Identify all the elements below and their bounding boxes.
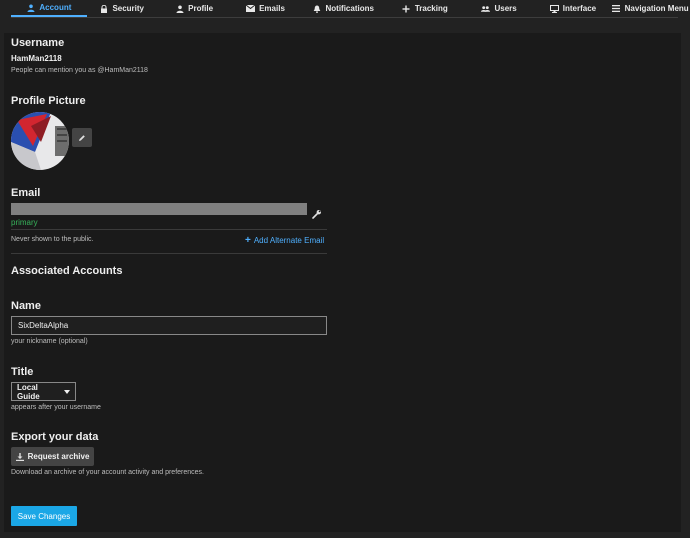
- avatar: [11, 112, 69, 170]
- save-changes-label: Save Changes: [17, 511, 71, 521]
- add-email-label: Add Alternate Email: [253, 236, 325, 245]
- email-divider-top: [11, 229, 327, 230]
- profile-picture-heading: Profile Picture: [11, 95, 86, 107]
- email-divider-bottom: [11, 253, 327, 254]
- wrench-icon: [312, 206, 322, 224]
- users-icon: [481, 4, 491, 13]
- title-heading: Title: [11, 366, 34, 378]
- user-icon: [175, 4, 184, 13]
- username-heading: Username: [11, 37, 65, 49]
- title-select[interactable]: Local Guide: [11, 382, 76, 401]
- tab-tracking[interactable]: Tracking: [387, 0, 463, 17]
- lock-icon: [99, 4, 108, 13]
- tab-label: Notifications: [325, 4, 374, 13]
- export-heading: Export your data: [11, 431, 99, 443]
- associated-accounts-heading: Associated Accounts: [11, 265, 123, 277]
- tab-label: Security: [112, 4, 145, 13]
- tab-notifications[interactable]: Notifications: [300, 0, 387, 17]
- add-alternate-email-link[interactable]: + Add Alternate Email: [245, 235, 324, 246]
- name-hint: your nickname (optional): [11, 338, 88, 345]
- nav-divider: [11, 17, 678, 18]
- tab-label: Navigation Menu: [624, 4, 689, 13]
- plus-icon: +: [245, 235, 251, 246]
- tab-label: Account: [39, 3, 72, 12]
- tab-label: Users: [494, 4, 517, 13]
- username-hint: People can mention you as @HamMan2118: [11, 67, 148, 74]
- edit-avatar-button[interactable]: [72, 128, 92, 147]
- tab-interface[interactable]: Interface: [536, 0, 611, 17]
- desktop-icon: [549, 4, 559, 13]
- save-changes-button[interactable]: Save Changes: [11, 506, 77, 526]
- tab-account[interactable]: Account: [11, 0, 87, 17]
- tab-profile[interactable]: Profile: [157, 0, 232, 17]
- bell-icon: [312, 4, 321, 13]
- export-hint: Download an archive of your account acti…: [11, 469, 204, 476]
- pencil-icon: [78, 129, 86, 147]
- request-archive-label: Request archive: [27, 452, 90, 461]
- tab-label: Tracking: [414, 4, 448, 13]
- bars-icon: [612, 4, 621, 13]
- account-panel: [4, 33, 681, 532]
- tab-navigation-menu[interactable]: Navigation Menu: [610, 0, 690, 17]
- plus-icon: [402, 4, 411, 13]
- email-hint: Never shown to the public.: [11, 236, 94, 243]
- edit-email-button[interactable]: [311, 209, 323, 221]
- title-hint: appears after your username: [11, 404, 101, 411]
- request-archive-button[interactable]: Request archive: [11, 447, 94, 466]
- tab-emails[interactable]: Emails: [232, 0, 300, 17]
- tab-security[interactable]: Security: [87, 0, 157, 17]
- name-input[interactable]: [11, 316, 327, 335]
- preferences-nav: Account Security Profile Emails Notifica…: [0, 0, 690, 18]
- tab-users[interactable]: Users: [463, 0, 536, 17]
- download-icon: [15, 452, 24, 461]
- primary-email-label: primary: [11, 218, 38, 227]
- email-value-redacted: [11, 203, 307, 215]
- title-selected-value: Local Guide: [17, 382, 40, 401]
- tab-label: Interface: [562, 4, 597, 13]
- tab-label: Emails: [259, 4, 285, 13]
- caret-down-icon: [64, 389, 70, 394]
- envelope-icon: [246, 4, 256, 13]
- email-heading: Email: [11, 187, 41, 199]
- tab-label: Profile: [188, 4, 214, 13]
- name-heading: Name: [11, 300, 41, 312]
- user-icon: [26, 3, 35, 12]
- username-value: HamMan2118: [11, 54, 62, 63]
